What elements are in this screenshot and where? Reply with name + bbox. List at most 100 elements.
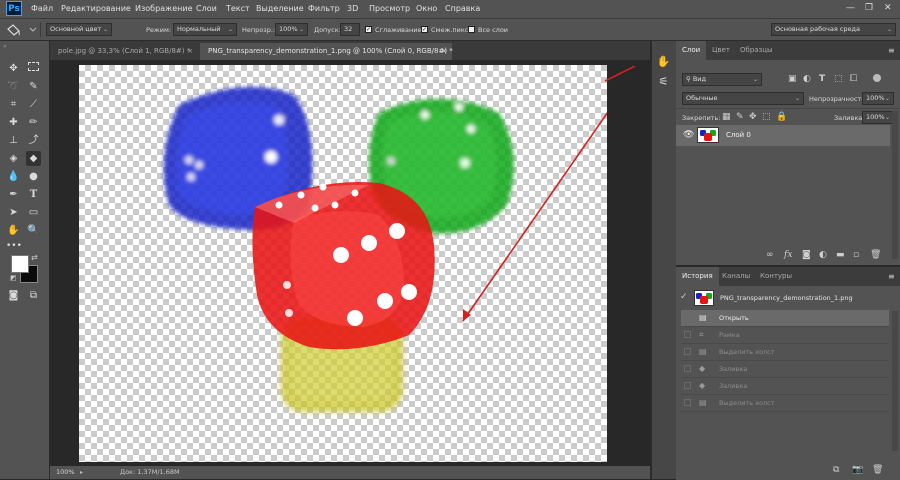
layers-scrollbar[interactable]	[892, 111, 898, 259]
healing-brush-tool-icon[interactable]: ✚	[6, 115, 21, 130]
history-source-box[interactable]	[684, 348, 691, 355]
blur-tool-icon[interactable]: 💧	[6, 169, 21, 184]
pen-tool-icon[interactable]: ✒	[6, 187, 21, 202]
paint-bucket-tool-icon[interactable]: ◆	[26, 151, 41, 166]
menu-window[interactable]: Окно	[416, 4, 437, 13]
history-brush-tool-icon[interactable]: ⤴	[26, 133, 41, 148]
history-item[interactable]: ▤ Выделить холст	[681, 344, 889, 361]
layer-filter-select[interactable]: ⚲ Вид ⌄	[682, 73, 762, 86]
lock-artboard-icon[interactable]: ⬚	[762, 112, 771, 122]
foreground-color-swatch[interactable]	[11, 255, 29, 273]
trash-icon[interactable]: 🗑	[870, 250, 881, 260]
camera-snapshot-icon[interactable]: 📷	[852, 465, 863, 475]
layer-opacity-field[interactable]: 100% ⌄	[862, 92, 894, 105]
menu-select[interactable]: Выделение	[256, 4, 304, 13]
history-item[interactable]: ▤ Открыть	[681, 310, 889, 327]
lock-all-icon[interactable]: 🔒	[776, 112, 787, 122]
antialias-checkbox[interactable]: ✓	[365, 26, 372, 33]
add-mask-icon[interactable]: ◙	[802, 250, 811, 260]
panel-menu-icon[interactable]: ≡	[888, 272, 895, 281]
quick-select-tool-icon[interactable]: ✎	[26, 79, 41, 94]
crop-tool-icon[interactable]: ⌗	[6, 97, 21, 112]
filter-toggle-icon[interactable]	[873, 74, 881, 82]
menu-layers[interactable]: Слои	[196, 4, 217, 13]
trash-icon[interactable]: 🗑	[872, 465, 883, 475]
contiguous-checkbox[interactable]: ✓	[421, 26, 428, 33]
new-layer-icon[interactable]: ▫	[853, 250, 859, 260]
history-item[interactable]: ▤ Выделить холст	[681, 395, 889, 412]
history-scrollbar[interactable]	[892, 311, 898, 451]
menu-help[interactable]: Справка	[445, 4, 480, 13]
zoom-level[interactable]: 100%	[56, 466, 75, 479]
history-item[interactable]: ◆ Заливка	[681, 361, 889, 378]
close-tab-icon[interactable]: ×	[187, 43, 193, 60]
history-item[interactable]: ⌗ Рамка	[681, 327, 889, 344]
properties-panel-icon[interactable]: ⚟	[652, 75, 675, 88]
fill-source-select[interactable]: Основной цвет ⌄	[46, 23, 112, 36]
minimize-icon[interactable]: —	[846, 3, 855, 13]
swap-colors-icon[interactable]: ⇄	[31, 253, 38, 262]
lock-position-icon[interactable]: ✥	[749, 112, 757, 122]
menu-file[interactable]: Файл	[31, 4, 53, 13]
tab-color[interactable]: Цвет	[706, 41, 736, 60]
opacity-field[interactable]: 100% ⌄	[275, 23, 308, 36]
history-brush-source-icon[interactable]: ✓	[680, 292, 688, 302]
all-layers-checkbox[interactable]	[468, 26, 475, 33]
hand-tool-icon[interactable]: ✋	[6, 223, 21, 238]
tab-swatches[interactable]: Образцы	[734, 41, 779, 60]
tab-history[interactable]: История	[676, 267, 719, 286]
new-document-from-state-icon[interactable]: ⧉	[833, 465, 839, 475]
mode-select[interactable]: Нормальный ⌄	[173, 23, 237, 36]
tolerance-field[interactable]: 32	[340, 23, 360, 36]
history-source-box[interactable]	[684, 399, 691, 406]
filter-smart-icon[interactable]: ⧠	[850, 74, 857, 84]
brush-tool-icon[interactable]: ✏	[26, 115, 41, 130]
lock-pixels-icon[interactable]: ✎	[736, 112, 744, 122]
history-source-box[interactable]	[684, 314, 691, 321]
history-snapshot[interactable]: ✓ PNG_transparency_demonstration_1.png	[676, 287, 890, 309]
close-tab-icon[interactable]: ×	[441, 43, 447, 60]
eraser-tool-icon[interactable]: ◈	[6, 151, 21, 166]
status-arrow-icon[interactable]: ▸	[80, 466, 83, 479]
screen-mode-icon[interactable]: ⧉	[26, 288, 41, 303]
dodge-tool-icon[interactable]: ●	[26, 169, 41, 184]
menu-view[interactable]: Просмотр	[369, 4, 410, 13]
fx-icon[interactable]: fx	[784, 250, 792, 260]
history-source-box[interactable]	[684, 382, 691, 389]
tab-pole[interactable]: pole.jpg @ 33,3% (Слой 1, RGB/8#) * ×	[50, 43, 198, 60]
layer-row[interactable]: 👁 Слой 0	[676, 125, 890, 146]
filter-shape-icon[interactable]: ⬚	[834, 74, 843, 84]
restore-icon[interactable]: ❐	[865, 3, 873, 13]
filter-pixel-icon[interactable]: ▣	[788, 74, 797, 84]
link-layers-icon[interactable]: ∞	[766, 250, 774, 260]
history-source-box[interactable]	[684, 365, 691, 372]
tool-preset-picker[interactable]	[6, 22, 38, 37]
zoom-tool-icon[interactable]: 🔍	[26, 223, 41, 238]
move-tool-icon[interactable]: ✥	[6, 61, 21, 76]
panel-menu-icon[interactable]: ≡	[888, 46, 895, 55]
type-tool-icon[interactable]: T	[26, 187, 41, 202]
menu-image[interactable]: Изображение	[135, 4, 193, 13]
filter-adjustment-icon[interactable]: ◐	[803, 74, 811, 84]
workspace-select[interactable]: Основная рабочая среда ⌄	[771, 23, 896, 36]
history-source-box[interactable]	[684, 331, 691, 338]
blend-mode-select[interactable]: Обычные ⌄	[682, 92, 804, 105]
menu-type[interactable]: Текст	[226, 4, 250, 13]
tab-channels[interactable]: Каналы	[716, 267, 756, 286]
fill-field[interactable]: 100% ⌄	[862, 111, 894, 124]
clone-stamp-tool-icon[interactable]: ⊥	[6, 133, 21, 148]
path-selection-tool-icon[interactable]: ➤	[6, 205, 21, 220]
rectangle-tool-icon[interactable]: ▭	[26, 205, 41, 220]
panel-collapse-icon[interactable]: »	[3, 44, 46, 50]
filter-type-icon[interactable]: T	[819, 74, 825, 84]
more-tools-icon[interactable]: •••	[6, 239, 22, 254]
brush-panel-icon[interactable]: ✋	[652, 55, 675, 68]
menu-edit[interactable]: Редактирование	[61, 4, 131, 13]
adjustment-layer-icon[interactable]: ◐	[819, 250, 827, 260]
lasso-tool-icon[interactable]: ➰	[6, 79, 21, 94]
tab-paths[interactable]: Контуры	[754, 267, 798, 286]
menu-filter[interactable]: Фильтр	[308, 4, 340, 13]
close-icon[interactable]: ✕	[884, 3, 892, 13]
tab-png-transparency[interactable]: PNG_transparency_demonstration_1.png @ 1…	[200, 43, 453, 60]
history-item[interactable]: ◆ Заливка	[681, 378, 889, 395]
